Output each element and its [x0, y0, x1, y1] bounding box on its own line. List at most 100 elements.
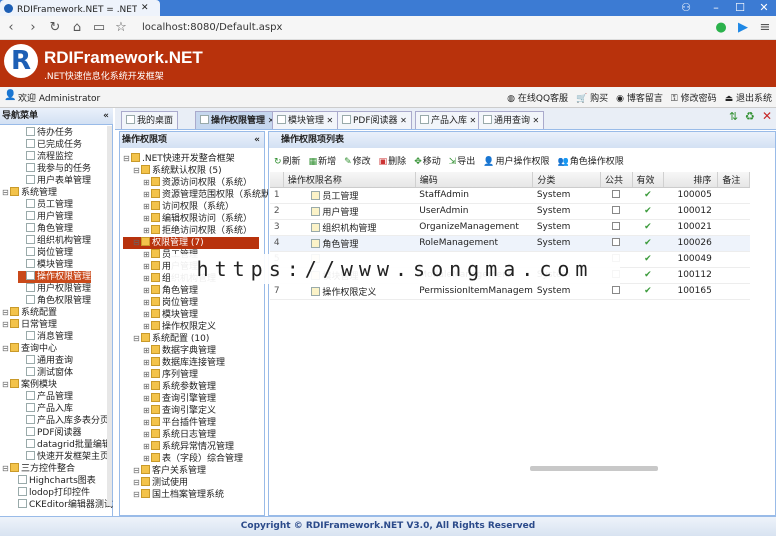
- tree-node[interactable]: ⊞ 资源管理范围权限（系统默: [143, 189, 270, 201]
- tree-expand-icon[interactable]: ⊞: [143, 453, 151, 465]
- sidebar-item[interactable]: PDF阅读器: [18, 427, 82, 439]
- tree-expand-icon[interactable]: ⊟: [123, 153, 131, 165]
- tree-node[interactable]: ⊞ 岗位管理: [143, 297, 198, 309]
- table-row[interactable]: 1 员工管理 StaffAdmin System ✔ 100005: [270, 187, 750, 204]
- tree-node[interactable]: ⊞ 数据字典管理: [143, 345, 216, 357]
- tree-node[interactable]: ⊞ 资源访问权限（系统）: [143, 177, 252, 189]
- tree-expand-icon[interactable]: ⊞: [143, 321, 151, 333]
- tree-expand-icon[interactable]: ⊟: [133, 465, 141, 477]
- sidebar-item[interactable]: lodop打印控件: [10, 487, 90, 499]
- expand-icon[interactable]: ⊟: [2, 463, 10, 475]
- col-remark[interactable]: 备注: [717, 172, 750, 188]
- sidebar-item[interactable]: Highcharts图表: [10, 475, 96, 487]
- tree-node[interactable]: ⊟ 系统默认权限 (5): [133, 165, 222, 177]
- sidebar-item[interactable]: 通用查询: [18, 355, 73, 367]
- sidebar-item[interactable]: 操作权限管理: [18, 271, 92, 283]
- tab[interactable]: 我的桌面: [121, 111, 179, 129]
- table-row[interactable]: 4 角色管理 RoleManagement System ✔ 100026: [270, 235, 750, 252]
- public-checkbox[interactable]: [612, 285, 621, 294]
- table-row[interactable]: 2 用户管理 UserAdmin System ✔ 100012: [270, 203, 750, 220]
- forward-icon[interactable]: ›: [22, 20, 44, 35]
- tab[interactable]: 产品入库 ✕: [415, 111, 482, 129]
- table-row[interactable]: 3 组织机构管理 OrganizeManagement System ✔ 100021: [270, 219, 750, 236]
- col-name[interactable]: 操作权限名称: [283, 172, 416, 188]
- tree-expand-icon[interactable]: ⊞: [143, 273, 151, 285]
- tree-node[interactable]: ⊞ 平台插件管理: [143, 417, 216, 429]
- refresh-button[interactable]: ↻刷新: [274, 154, 301, 167]
- home-icon[interactable]: ⌂: [66, 20, 88, 35]
- tree-node[interactable]: ⊞ 系统日志管理: [143, 429, 216, 441]
- tab[interactable]: 模块管理 ✕: [272, 111, 339, 129]
- tree-expand-icon[interactable]: ⊞: [143, 369, 151, 381]
- tree-expand-icon[interactable]: ⊟: [133, 477, 141, 489]
- expand-icon[interactable]: ⊟: [2, 319, 10, 331]
- sidebar-scrollbar[interactable]: [107, 126, 112, 506]
- public-checkbox[interactable]: [612, 189, 621, 198]
- public-checkbox[interactable]: [612, 221, 621, 230]
- expand-icon[interactable]: ⊟: [2, 307, 10, 319]
- tree-expand-icon[interactable]: ⊞: [143, 189, 151, 201]
- tree-node[interactable]: ⊟ 权限管理 (7): [123, 237, 259, 249]
- sidebar-item[interactable]: 流程监控: [18, 151, 73, 163]
- role-permission-button[interactable]: 👥角色操作权限: [558, 154, 624, 167]
- tree-expand-icon[interactable]: ⊞: [143, 201, 151, 213]
- sidebar-item[interactable]: ⊟ 案例模块: [2, 379, 57, 391]
- address-bar[interactable]: localhost:8080/Default.aspx: [142, 22, 282, 33]
- expand-icon[interactable]: ⊟: [2, 343, 10, 355]
- tree-node[interactable]: ⊟ 国土档案管理系统: [133, 489, 224, 501]
- chat-icon[interactable]: ●: [710, 20, 732, 35]
- tree-expand-icon[interactable]: ⊞: [143, 405, 151, 417]
- star-icon[interactable]: ☆: [110, 20, 132, 35]
- tree-node[interactable]: ⊞ 拒绝访问权限（系统）: [143, 225, 252, 237]
- sidebar-item[interactable]: datagrid批量编辑: [18, 439, 111, 451]
- refresh-tabs-icon[interactable]: ⇅: [729, 110, 738, 123]
- tree-expand-icon[interactable]: ⊞: [143, 297, 151, 309]
- tree-node[interactable]: ⊞ 表（字段）综合管理: [143, 453, 243, 465]
- collapse-icon[interactable]: «: [103, 108, 109, 125]
- tab[interactable]: 通用查询 ✕: [478, 111, 545, 129]
- close-tabs-icon[interactable]: ♻: [745, 110, 755, 123]
- table-row[interactable]: 7 操作权限定义 PermissionItemManagem System ✔ 10016…: [270, 283, 750, 300]
- sidebar-item[interactable]: 员工管理: [18, 199, 73, 211]
- tree-node[interactable]: ⊟ 客户关系管理: [133, 465, 206, 477]
- tree-node[interactable]: ⊞ 系统异常情况管理: [143, 441, 234, 453]
- sidebar-item[interactable]: 快速开发框架主页: [18, 451, 109, 463]
- blog-link[interactable]: ◉ 博客留言: [616, 91, 663, 104]
- sidebar-item[interactable]: 模块管理: [18, 259, 73, 271]
- tree-expand-icon[interactable]: ⊟: [133, 237, 141, 249]
- tree-node[interactable]: ⊞ 序列管理: [143, 369, 198, 381]
- close-tab-icon[interactable]: ✕: [141, 3, 149, 13]
- reload-icon[interactable]: ↻: [44, 20, 66, 35]
- tree-expand-icon[interactable]: ⊞: [143, 225, 151, 237]
- tree-expand-icon[interactable]: ⊞: [143, 381, 151, 393]
- browser-tab[interactable]: RDIFramework.NET = .NET快 ✕: [0, 0, 160, 16]
- tree-node[interactable]: ⊞ 查询引擎定义: [143, 405, 216, 417]
- sidebar-item[interactable]: 消息管理: [18, 331, 73, 343]
- tree-expand-icon[interactable]: ⊞: [143, 309, 151, 321]
- tree-node[interactable]: ⊞ 操作权限定义: [143, 321, 216, 333]
- tree-expand-icon[interactable]: ⊞: [143, 213, 151, 225]
- tab-close-icon[interactable]: ✕: [467, 116, 477, 125]
- sidebar-item[interactable]: 我参与的任务: [18, 163, 91, 175]
- sidebar-item[interactable]: 待办任务: [18, 127, 73, 139]
- sidebar-item[interactable]: 用户表单管理: [18, 175, 91, 187]
- sidebar-item[interactable]: 组织机构管理: [18, 235, 91, 247]
- tree-expand-icon[interactable]: ⊟: [133, 489, 141, 501]
- tree-expand-icon[interactable]: ⊞: [143, 345, 151, 357]
- tree-node[interactable]: ⊟ .NET快速开发整合框架: [123, 153, 235, 165]
- move-button[interactable]: ✥移动: [414, 154, 441, 167]
- sidebar-item[interactable]: 角色管理: [18, 223, 73, 235]
- play-icon[interactable]: ▶: [732, 20, 754, 35]
- tree-node[interactable]: ⊞ 角色管理: [143, 285, 198, 297]
- tree-expand-icon[interactable]: ⊞: [143, 393, 151, 405]
- tree-node[interactable]: ⊞ 数据库连接管理: [143, 357, 225, 369]
- export-button[interactable]: ⇲导出: [449, 154, 476, 167]
- sidebar-item[interactable]: ⊟ 查询中心: [2, 343, 57, 355]
- col-sort[interactable]: 排序: [663, 172, 719, 188]
- sidebar-item[interactable]: 用户管理: [18, 211, 73, 223]
- sidebar-item[interactable]: ⊟ 三方控件整合: [2, 463, 75, 475]
- col-valid[interactable]: 有效: [632, 172, 665, 188]
- sidebar-item[interactable]: 测试窗体: [18, 367, 73, 379]
- tree-expand-icon[interactable]: ⊞: [143, 441, 151, 453]
- sidebar-item[interactable]: 角色权限管理: [18, 295, 91, 307]
